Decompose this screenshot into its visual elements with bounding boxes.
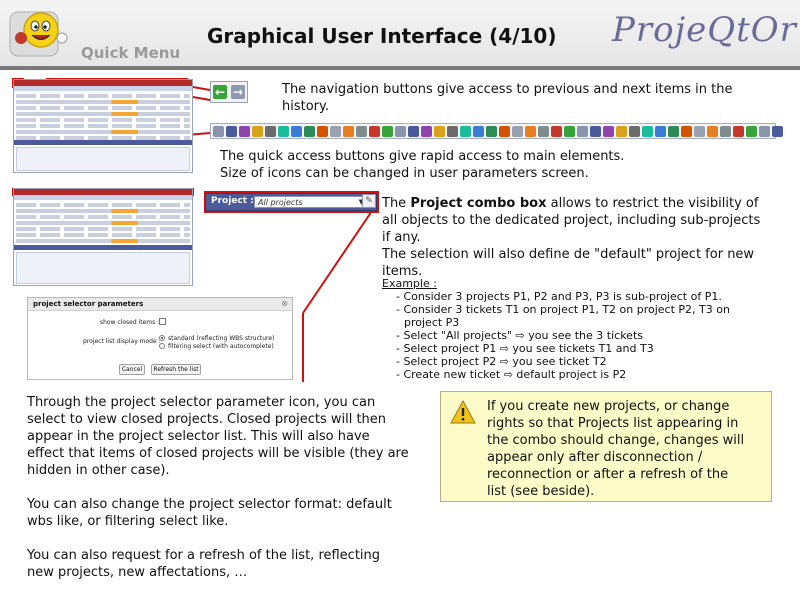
quick-access-icon[interactable] xyxy=(265,125,276,137)
radio-filtering[interactable] xyxy=(159,343,165,349)
quick-access-icon[interactable] xyxy=(226,125,237,137)
refresh-list-button[interactable]: Refresh the list xyxy=(151,364,201,375)
quick-access-icon[interactable] xyxy=(447,125,458,137)
previous-button[interactable]: ← xyxy=(211,82,229,102)
quick-access-icon[interactable] xyxy=(655,125,666,137)
project-selector-parameter-icon[interactable]: ✎ xyxy=(362,194,376,208)
warning-text: If you create new projects, or change ri… xyxy=(487,399,745,499)
quick-access-icon[interactable] xyxy=(473,125,484,137)
quick-access-icon[interactable] xyxy=(317,125,328,137)
example-title: Example : xyxy=(382,277,437,290)
quick-access-icon[interactable] xyxy=(668,125,679,137)
quick-access-icon[interactable] xyxy=(759,125,770,137)
quick-access-icon[interactable] xyxy=(512,125,523,137)
screenshot-thumbnail-top xyxy=(13,79,193,173)
quick-access-icon[interactable] xyxy=(629,125,640,137)
option-filtering-label: filtering select (with autocomplete) xyxy=(168,343,274,350)
quick-access-icon[interactable] xyxy=(304,125,315,137)
quick-access-icon[interactable] xyxy=(694,125,705,137)
close-icon[interactable]: ⊗ xyxy=(281,299,288,308)
display-mode-label: project list display mode : xyxy=(83,338,161,345)
example-block: Example : - Consider 3 projects P1, P2 a… xyxy=(382,277,782,381)
quick-access-icon[interactable] xyxy=(603,125,614,137)
project-combo-label: Project : xyxy=(211,196,254,206)
quick-access-icon[interactable] xyxy=(395,125,406,137)
quick-access-icon[interactable] xyxy=(278,125,289,137)
quick-access-bar xyxy=(210,123,783,139)
quick-access-icon[interactable] xyxy=(499,125,510,137)
next-button[interactable]: → xyxy=(229,82,247,102)
quick-access-icon[interactable] xyxy=(408,125,419,137)
quick-access-icon[interactable] xyxy=(330,125,341,137)
show-closed-checkbox[interactable] xyxy=(159,318,166,325)
quick-access-icon[interactable] xyxy=(421,125,432,137)
quick-access-icon[interactable] xyxy=(486,125,497,137)
quick-access-icon[interactable] xyxy=(525,125,536,137)
warning-icon xyxy=(450,400,476,424)
quick-access-icon[interactable] xyxy=(369,125,380,137)
project-combo-toolbar: Project : All projects ▼ xyxy=(205,193,377,211)
quick-access-icon[interactable] xyxy=(772,125,783,137)
dialog-title: project selector parameters xyxy=(28,298,292,311)
quick-access-icon[interactable] xyxy=(291,125,302,137)
quick-access-icon[interactable] xyxy=(733,125,744,137)
project-selector-dialog: project selector parameters ⊗ show close… xyxy=(27,297,293,380)
nav-description: The navigation buttons give access to pr… xyxy=(282,82,733,114)
quick-access-icon[interactable] xyxy=(252,125,263,137)
navigation-buttons: ← → xyxy=(210,81,248,103)
quick-access-description: The quick access buttons give rapid acce… xyxy=(220,149,625,181)
quick-access-icon[interactable] xyxy=(590,125,601,137)
quick-access-icon[interactable] xyxy=(577,125,588,137)
warning-note: If you create new projects, or change ri… xyxy=(440,391,772,502)
quick-access-icon[interactable] xyxy=(239,125,250,137)
quick-access-icon[interactable] xyxy=(460,125,471,137)
project-combo-box[interactable]: All projects ▼ xyxy=(254,196,367,208)
cancel-button[interactable]: Cancel xyxy=(119,364,145,375)
option-standard-label: standard (reflecting WBS structure) xyxy=(168,335,275,342)
radio-standard[interactable] xyxy=(159,335,165,341)
quick-access-icon[interactable] xyxy=(642,125,653,137)
quick-access-icon[interactable] xyxy=(720,125,731,137)
arrow-right-icon: → xyxy=(232,85,244,99)
quick-access-icon[interactable] xyxy=(356,125,367,137)
quick-access-icon[interactable] xyxy=(564,125,575,137)
screenshot-thumbnail-middle xyxy=(13,188,193,286)
quick-access-icon[interactable] xyxy=(746,125,757,137)
quick-access-icon[interactable] xyxy=(382,125,393,137)
quick-access-icon[interactable] xyxy=(681,125,692,137)
quick-access-icon[interactable] xyxy=(538,125,549,137)
selector-parameter-description: Through the project selector parameter i… xyxy=(27,395,409,580)
show-closed-label: show closed items : xyxy=(100,319,160,326)
quick-access-icon[interactable] xyxy=(551,125,562,137)
quick-access-icon[interactable] xyxy=(707,125,718,137)
quick-access-icon[interactable] xyxy=(213,125,224,137)
project-combo-value: All projects xyxy=(258,198,303,207)
arrow-left-icon: ← xyxy=(214,85,226,99)
quick-access-icon[interactable] xyxy=(343,125,354,137)
combo-description: The Project combo box allows to restrict… xyxy=(382,196,761,279)
quick-access-icon[interactable] xyxy=(434,125,445,137)
quick-access-icon[interactable] xyxy=(616,125,627,137)
